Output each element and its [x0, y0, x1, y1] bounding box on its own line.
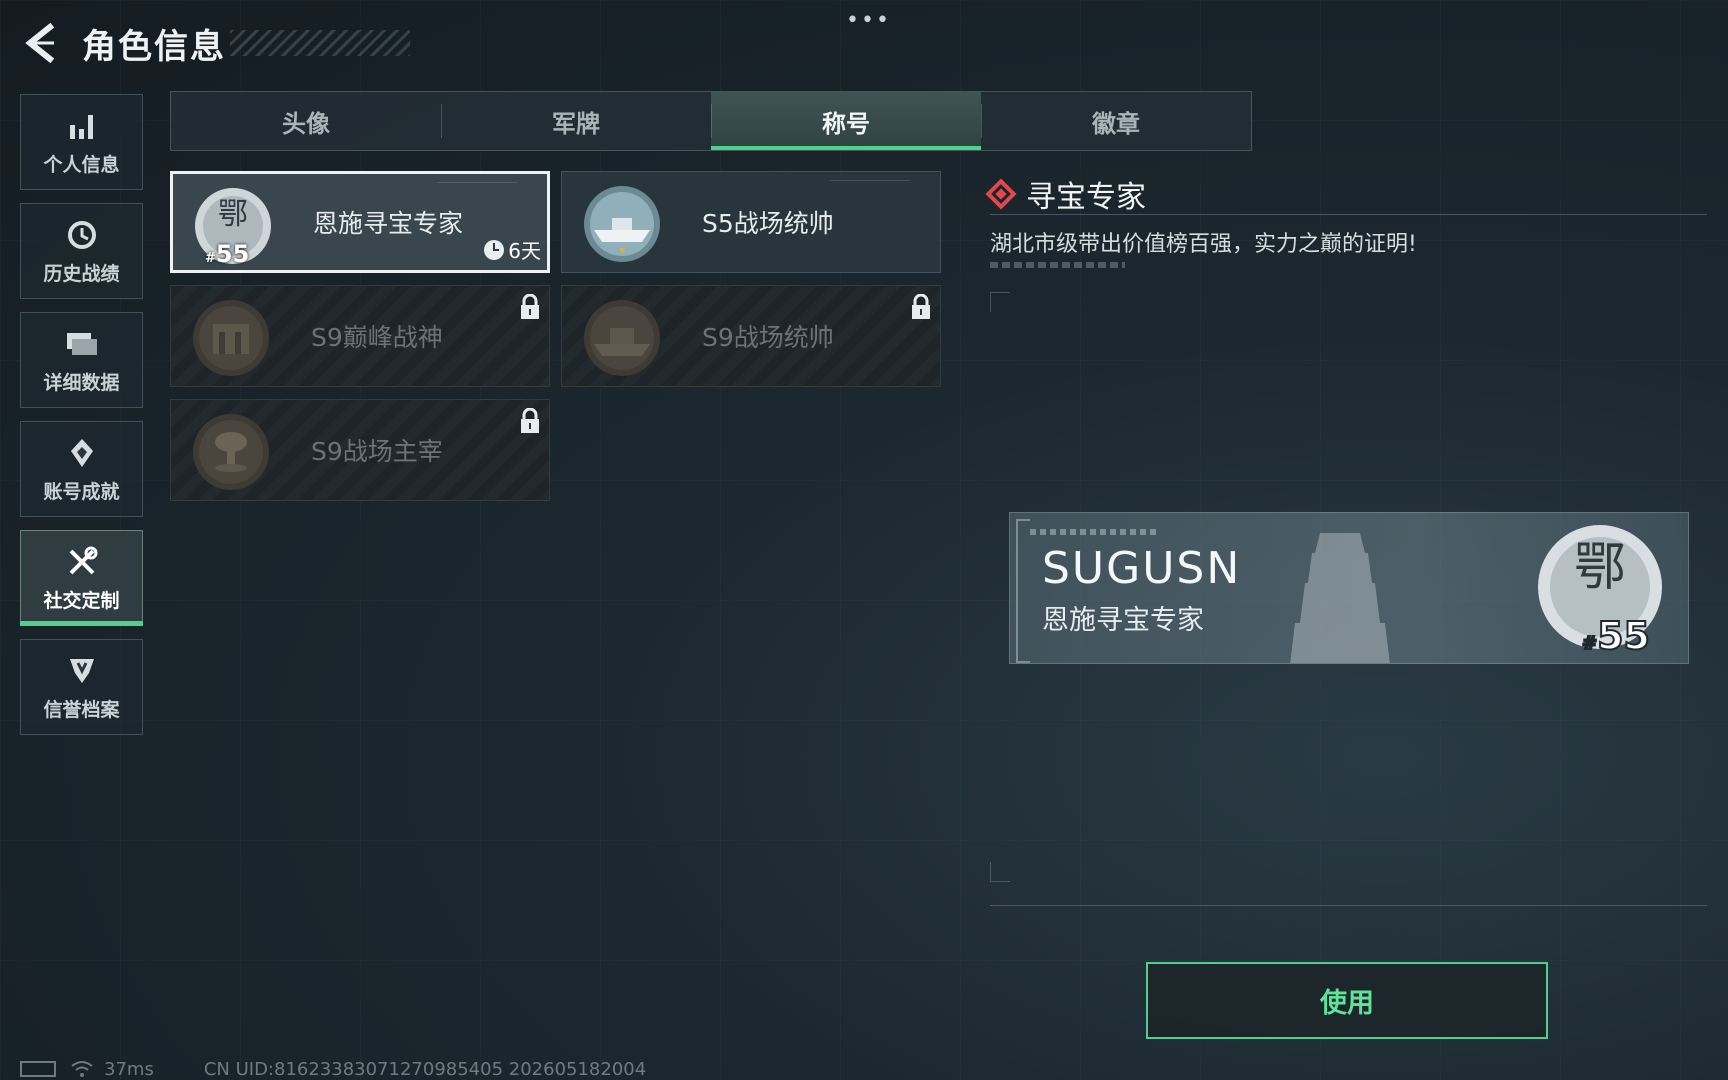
sidebar-item-detailed-data[interactable]: 详细数据	[20, 312, 143, 408]
title-card-label: 恩施寻宝专家	[313, 209, 464, 238]
card-decoration	[830, 180, 910, 190]
rank-badge: #55	[205, 240, 250, 268]
history-clock-icon	[67, 220, 96, 249]
svg-text:鄂: 鄂	[218, 197, 248, 232]
battery-icon	[20, 1061, 56, 1077]
sidebar-item-credit-record[interactable]: 信誉档案	[20, 639, 143, 735]
svg-text:鄂: 鄂	[1574, 538, 1626, 598]
back-button[interactable]	[20, 20, 60, 66]
nameplate-title: 恩施寻宝专家	[1042, 605, 1204, 636]
ship-medal-icon	[584, 300, 660, 376]
uid-text: CN UID:8162338307127098540​5 20260518200…	[203, 1058, 647, 1080]
sidebar-item-achievements[interactable]: 账号成就	[20, 421, 143, 517]
shield-icon	[69, 658, 94, 683]
sidebar-item-social-custom[interactable]: 社交定制	[20, 530, 143, 626]
tab-avatar[interactable]: 头像	[171, 92, 441, 150]
tab-title[interactable]: 称号	[711, 92, 981, 150]
clock-icon	[484, 239, 505, 260]
boat-medal-icon	[584, 186, 660, 262]
sidebar-item-history[interactable]: 历史战绩	[20, 203, 143, 299]
frame-corner	[990, 292, 1010, 312]
tab-badge[interactable]: 徽章	[981, 92, 1251, 150]
folder-icon	[66, 332, 97, 355]
arrow-left-icon	[25, 23, 55, 63]
lock-icon	[521, 294, 539, 319]
page-title: 角色信息	[82, 26, 226, 67]
title-card-label: S9战场统帅	[702, 323, 834, 352]
player-name: SUGUSN	[1042, 543, 1242, 594]
lock-icon	[521, 408, 539, 433]
title-card-s9-commander[interactable]: S9战场统帅	[561, 285, 941, 387]
tower-illustration-icon	[1290, 533, 1390, 663]
timer: 6天	[484, 235, 541, 264]
use-button[interactable]: 使用	[1146, 962, 1548, 1039]
title-decoration	[230, 30, 410, 56]
sidebar-item-label: 社交定制	[43, 589, 120, 612]
detail-description: 湖北市级带出价值榜百强，实力之巅的证明!	[990, 232, 1417, 257]
ping-value: 37ms	[104, 1058, 154, 1080]
nameplate-decoration	[1030, 529, 1160, 535]
status-bar: 37ms CN UID:8162338307127098540​5 202605…	[20, 1058, 646, 1080]
header: 角色信息	[20, 20, 410, 67]
diamond-icon	[985, 178, 1017, 210]
sidebar-item-label: 个人信息	[43, 153, 120, 176]
sidebar-item-label: 账号成就	[43, 480, 120, 503]
tools-icon	[69, 546, 97, 574]
title-card-s9-dominator[interactable]: S9战场主宰	[170, 399, 550, 501]
timer-remaining: 6天	[508, 239, 541, 263]
more-dots-icon[interactable]: •••	[846, 8, 891, 33]
detail-header: 寻宝专家	[985, 172, 1146, 216]
mushroom-cloud-medal-icon	[193, 414, 269, 490]
lock-icon	[912, 294, 930, 319]
sidebar-item-personal-info[interactable]: 个人信息	[20, 94, 143, 190]
title-card-label: S5战场统帅	[702, 209, 834, 238]
sidebar-item-label: 信誉档案	[43, 698, 120, 721]
e-region-medal-icon: 鄂 #55	[1538, 525, 1662, 657]
sidebar-item-label: 历史战绩	[43, 262, 120, 285]
detail-title: 寻宝专家	[1026, 180, 1146, 215]
nameplate-preview: SUGUSN 恩施寻宝专家 鄂 #55	[1009, 512, 1689, 664]
building-medal-icon	[193, 300, 269, 376]
sidebar-item-label: 详细数据	[43, 371, 120, 394]
wifi-icon	[71, 1061, 93, 1077]
bar-chart-icon	[69, 114, 93, 139]
side-nav: 个人信息 历史战绩 详细数据 账号成就 社交定制 信誉档案	[20, 94, 143, 748]
tab-dog-tag[interactable]: 军牌	[441, 92, 711, 150]
title-card-s9-peak-god[interactable]: S9巅峰战神	[170, 285, 550, 387]
frame-corner	[990, 862, 1010, 882]
description-decoration	[990, 262, 1125, 268]
title-card-label: S9战场主宰	[311, 437, 443, 466]
title-card-enshi-treasure[interactable]: 鄂 #55 恩施寻宝专家 6天	[170, 171, 550, 273]
tab-bar: 头像 军牌 称号 徽章	[170, 91, 1252, 151]
title-card-s5-commander[interactable]: S5战场统帅	[561, 171, 941, 273]
title-card-label: S9巅峰战神	[311, 323, 443, 352]
divider	[990, 905, 1707, 906]
divider	[990, 214, 1707, 215]
achievement-icon	[70, 438, 93, 467]
